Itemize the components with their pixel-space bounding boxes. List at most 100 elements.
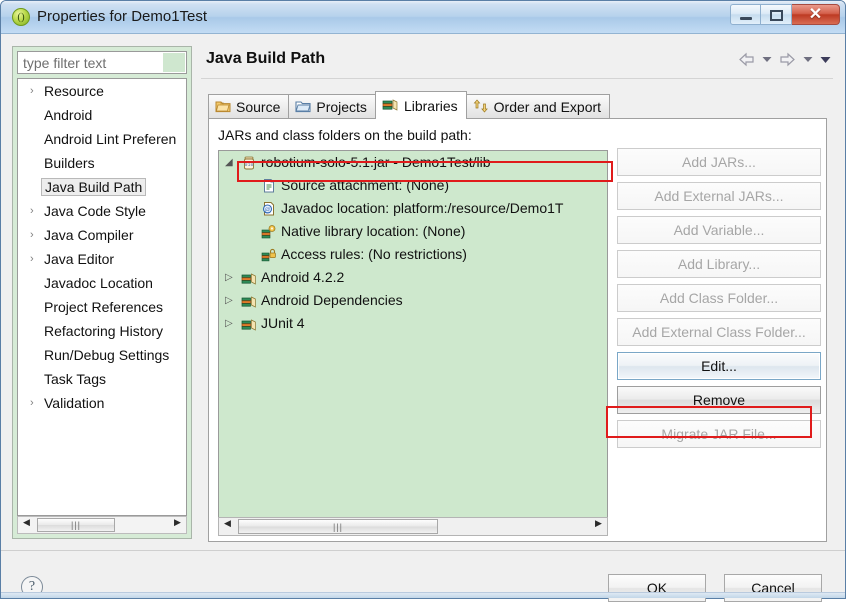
build-path-row-label: Source attachment: (None): [281, 177, 450, 193]
chevron-right-icon[interactable]: ▷: [225, 266, 233, 289]
build-path-row[interactable]: ▷ Android 4.2.2: [219, 266, 607, 289]
sidebar-item-javadoc-location[interactable]: Javadoc Location: [18, 271, 186, 295]
sidebar-item-label: Android Lint Preferen: [44, 131, 177, 147]
sidebar-item-android-lint-preferen[interactable]: Android Lint Preferen: [18, 127, 186, 151]
back-menu-chevron-down-icon[interactable]: [762, 56, 772, 63]
sidebar-scroll-right-arrow[interactable]: ▶: [169, 517, 186, 533]
sidebar-item-label: Java Editor: [44, 251, 115, 267]
sidebar-item-project-references[interactable]: Project References: [18, 295, 186, 319]
access-rules-icon: [261, 247, 277, 263]
list-scroll-thumb[interactable]: |||: [238, 519, 438, 534]
eclipse-properties-icon: (): [12, 8, 30, 26]
chevron-right-icon[interactable]: ›: [30, 199, 34, 223]
button-label: Add External Class Folder...: [632, 324, 806, 340]
build-path-row[interactable]: Source attachment: (None): [219, 174, 607, 197]
settings-sidebar: type filter text › Resource Android Android…: [12, 46, 192, 539]
build-path-row-label: Javadoc location: platform:/resource/Dem…: [281, 200, 564, 216]
forward-icon[interactable]: [779, 52, 796, 67]
list-scroll-left-arrow[interactable]: ◀: [219, 518, 236, 535]
library-books-icon: [241, 316, 257, 332]
chevron-right-icon[interactable]: ▷: [225, 289, 233, 312]
sidebar-item-task-tags[interactable]: Task Tags: [18, 367, 186, 391]
close-button[interactable]: ✕: [792, 4, 840, 25]
sidebar-item-run-debug-settings[interactable]: Run/Debug Settings: [18, 343, 186, 367]
list-horizontal-scrollbar[interactable]: ◀ ||| ▶: [218, 517, 608, 536]
sidebar-item-refactoring-history[interactable]: Refactoring History: [18, 319, 186, 343]
migrate-jar-file-button: Migrate JAR File...: [617, 420, 821, 448]
build-path-row[interactable]: ▷ JUnit 4: [219, 312, 607, 335]
chevron-right-icon[interactable]: ›: [30, 79, 34, 103]
dialog-content: type filter text › Resource Android Android…: [1, 34, 845, 602]
svg-text:@: @: [265, 207, 271, 213]
libraries-books-icon: [382, 97, 399, 114]
tab-label: Order and Export: [493, 99, 602, 115]
edit-button[interactable]: Edit...: [617, 352, 821, 380]
sidebar-scroll-left-arrow[interactable]: ◀: [18, 517, 35, 533]
chevron-down-icon[interactable]: ◢: [225, 151, 233, 174]
sidebar-item-java-code-style[interactable]: › Java Code Style: [18, 199, 186, 223]
chevron-right-icon[interactable]: ›: [30, 247, 34, 271]
add-class-folder-button: Add Class Folder...: [617, 284, 821, 312]
chevron-right-icon[interactable]: ›: [30, 223, 34, 247]
chevron-right-icon[interactable]: ›: [30, 391, 34, 415]
tab-projects[interactable]: Projects: [288, 94, 376, 119]
build-path-row[interactable]: @ Javadoc location: platform:/resource/De…: [219, 197, 607, 220]
sidebar-item-label: Java Compiler: [44, 227, 134, 243]
tab-source[interactable]: Source: [208, 94, 290, 119]
sidebar-item-label: Run/Debug Settings: [44, 347, 170, 363]
forward-menu-chevron-down-icon[interactable]: [803, 56, 813, 63]
button-label: Add External JARs...: [654, 188, 784, 204]
sidebar-item-java-editor[interactable]: › Java Editor: [18, 247, 186, 271]
build-path-list[interactable]: ◢ 010 robotium-solo-5.1.jar - Demo1Test/li…: [218, 150, 608, 518]
scroll-grip-icon: |||: [332, 521, 344, 532]
build-path-row-label: robotium-solo-5.1.jar - Demo1Test/lib: [261, 154, 491, 170]
sidebar-item-resource[interactable]: › Resource: [18, 79, 186, 103]
sidebar-item-builders[interactable]: Builders: [18, 151, 186, 175]
sidebar-item-label: Refactoring History: [44, 323, 164, 339]
list-scroll-right-arrow[interactable]: ▶: [590, 518, 607, 535]
build-path-row[interactable]: Native library location: (None): [219, 220, 607, 243]
page-navigation: [738, 52, 831, 67]
build-path-row[interactable]: ◢ 010 robotium-solo-5.1.jar - Demo1Test/li…: [219, 151, 607, 174]
scroll-grip-icon: |||: [70, 520, 82, 530]
button-label: Edit...: [701, 358, 737, 374]
footer-divider: [1, 550, 845, 551]
filter-input-wrapper[interactable]: type filter text: [17, 51, 187, 74]
sidebar-item-java-build-path[interactable]: Java Build Path: [18, 175, 186, 199]
sidebar-item-validation[interactable]: › Validation: [18, 391, 186, 415]
minimize-button[interactable]: [730, 4, 761, 25]
tab-order-and-export[interactable]: Order and Export: [465, 94, 611, 119]
source-attachment-icon: [261, 178, 277, 194]
sidebar-item-label: Android: [44, 107, 93, 123]
sidebar-item-label: Project References: [44, 299, 164, 315]
back-icon[interactable]: [738, 52, 755, 67]
maximize-button[interactable]: [761, 4, 792, 25]
source-folder-icon: [215, 99, 231, 116]
minimize-icon: [740, 17, 752, 20]
button-label: Add JARs...: [682, 154, 756, 170]
build-path-row[interactable]: ▷ Android Dependencies: [219, 289, 607, 312]
add-jars-button: Add JARs...: [617, 148, 821, 176]
properties-dialog-window: () Properties for Demo1Test ✕ type filte…: [0, 0, 846, 602]
sidebar-horizontal-scrollbar[interactable]: ◀ ||| ▶: [17, 516, 187, 534]
sidebar-scroll-thumb[interactable]: |||: [37, 518, 115, 532]
library-books-icon: [241, 293, 257, 309]
add-external-class-folder-button: Add External Class Folder...: [617, 318, 821, 346]
page-title: Java Build Path: [206, 50, 326, 67]
title-bar: () Properties for Demo1Test ✕: [1, 1, 845, 34]
settings-tree[interactable]: › Resource Android Android Lint Preferen Bui…: [17, 78, 187, 516]
page-title-divider: [201, 78, 833, 79]
build-path-row[interactable]: Access rules: (No restrictions): [219, 243, 607, 266]
sidebar-item-android[interactable]: Android: [18, 103, 186, 127]
view-menu-chevron-down-icon[interactable]: [820, 56, 831, 64]
filter-placeholder: type filter text: [23, 55, 107, 71]
sidebar-item-label: Resource: [44, 83, 104, 99]
tab-libraries[interactable]: Libraries: [374, 91, 467, 119]
remove-button[interactable]: Remove: [617, 386, 821, 414]
build-path-tabs: Source Projects Libraries Order and Export: [208, 91, 611, 119]
window-bottom-edge: [1, 592, 845, 598]
libraries-tab-panel: JARs and class folders on the build path…: [208, 118, 827, 542]
sidebar-item-java-compiler[interactable]: › Java Compiler: [18, 223, 186, 247]
filter-clear-area[interactable]: [163, 53, 185, 72]
chevron-right-icon[interactable]: ▷: [225, 312, 233, 335]
